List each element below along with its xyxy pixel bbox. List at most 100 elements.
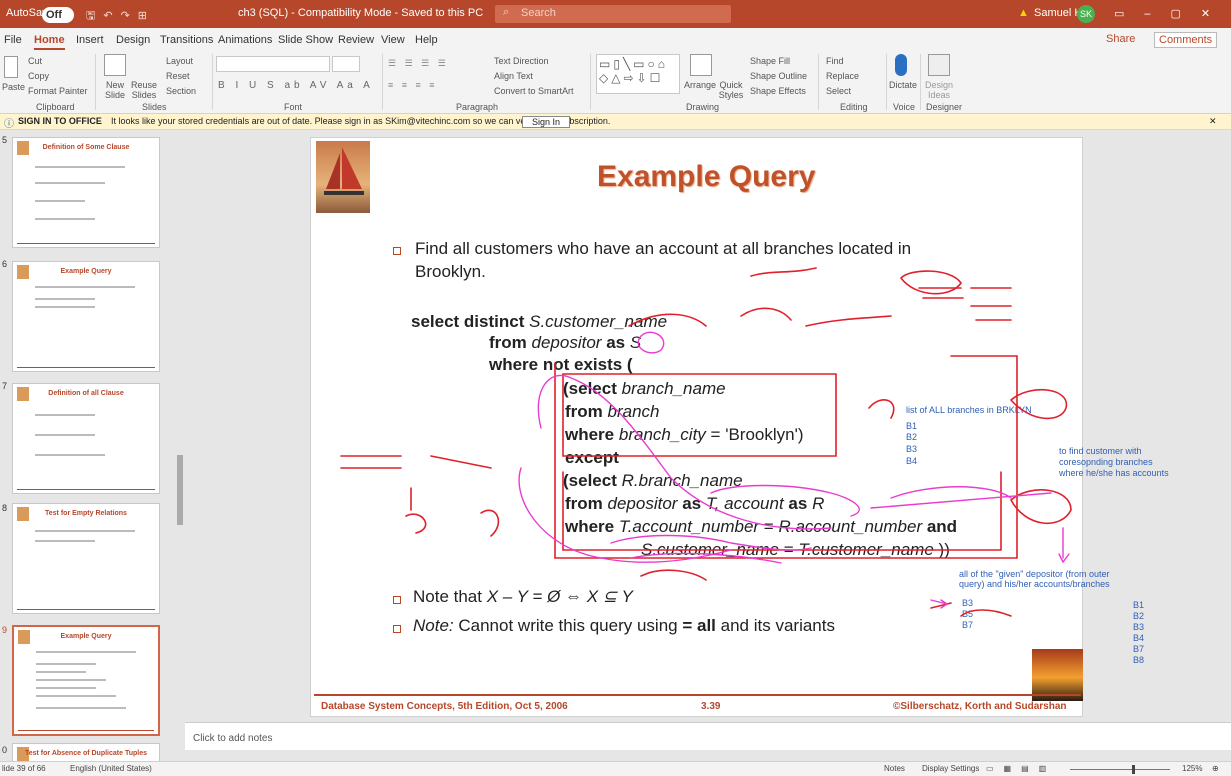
layout-button[interactable]: Layout [166,56,193,66]
zoom-level[interactable]: 125% [1182,764,1202,773]
language-indicator[interactable]: English (United States) [70,764,152,773]
text-direction-button[interactable]: Text Direction [494,56,549,66]
menu-animations[interactable]: Animations [218,34,272,46]
quick-access-toolbar[interactable]: 🖫↶↷⊞ [86,7,155,26]
menu-review[interactable]: Review [338,34,374,46]
thumbnail-footer [17,489,155,490]
menu-design[interactable]: Design [116,34,150,46]
slide-canvas[interactable]: Example Query Find all customers who hav… [310,137,1169,717]
autosave-toggle[interactable]: Off [42,7,74,23]
quick-styles-button[interactable]: Quick Styles [718,80,744,100]
paste-button[interactable]: Paste [2,82,25,92]
thumbnail-text [36,671,86,673]
shape-effects-button[interactable]: Shape Effects [750,86,806,96]
font-family-select[interactable] [216,56,330,72]
display-settings-button[interactable]: Display Settings [922,764,979,773]
shape-fill-button[interactable]: Shape Fill [750,56,790,66]
comments-button[interactable]: Comments [1154,32,1218,48]
ink-stroke [518,467,732,563]
sign-in-button[interactable]: Sign In [522,116,571,128]
menu-bar: File Home Insert Design Transitions Anim… [0,28,1231,50]
thumbnail-footer [17,609,155,610]
cut-button[interactable]: Cut [28,56,42,66]
align-text-button[interactable]: Align Text [494,71,533,81]
window-controls[interactable]: ▭–▢✕ [1114,7,1230,20]
reset-button[interactable]: Reset [166,71,190,81]
slide-thumbnail-selected[interactable]: Example Query [12,625,160,736]
ink-stroke [480,509,500,537]
notes-pane[interactable]: Click to add notes [185,722,1231,750]
thumbnail-text [36,651,136,653]
thumbnail-text [35,166,125,168]
thumbnail-number: 5 [2,135,8,145]
zoom-slider[interactable] [1070,769,1170,770]
document-title[interactable]: ch3 (SQL) - Compatibility Mode - Saved t… [238,7,483,19]
design-ideas-icon[interactable] [928,54,950,76]
scrollbar-thumb[interactable] [177,455,183,525]
find-button[interactable]: Find [826,56,844,66]
thumbnail-text [36,679,106,681]
menu-view[interactable]: View [381,34,405,46]
shapes-gallery[interactable]: ▭▯╲▭○⌂ ◇△⇨⇩☐ [596,54,680,94]
ink-stroke [890,486,1012,499]
view-buttons[interactable]: ▭▦▤▥ [986,764,1056,773]
copy-button[interactable]: Copy [28,71,49,81]
annotation-text: B7 [1133,644,1145,654]
convert-smartart-button[interactable]: Convert to SmartArt [494,86,574,96]
align-buttons[interactable]: ≡ ≡ ≡ ≡ [388,80,438,90]
reuse-slides-button[interactable]: Reuse Slides [130,80,158,100]
share-button[interactable]: Share [1106,33,1135,45]
section-button[interactable]: Section [166,86,196,96]
ink-stroke [1058,553,1070,564]
search-input[interactable]: Search ⌕ [495,5,731,23]
ink-stroke [340,455,492,469]
zoom-slider-thumb[interactable] [1132,765,1135,774]
slide-thumbnail[interactable]: Definition of Some Clause [12,137,160,248]
paragraph-group-label: Paragraph [456,102,499,112]
menu-slide-show[interactable]: Slide Show [278,34,333,46]
microphone-icon[interactable] [895,54,907,76]
new-slide-icon[interactable] [104,54,126,76]
divider [382,54,383,110]
font-size-select[interactable] [332,56,360,72]
slide-thumbnail[interactable]: Example Query [12,261,160,372]
annotation-text: B2 [1133,611,1145,621]
slide-thumbnail[interactable]: Definition of all Clause [12,383,160,494]
warning-icon[interactable]: ▲ [1018,7,1029,19]
thumbnail-scrollbar[interactable] [175,131,185,761]
ink-stroke [740,307,792,321]
menu-transitions[interactable]: Transitions [160,34,213,46]
thumbnail-text [36,687,96,689]
menu-insert[interactable]: Insert [76,34,104,46]
slide-scrollbar[interactable] [1212,131,1231,721]
replace-button[interactable]: Replace [826,71,859,81]
slide-thumbnail[interactable]: Test for Absence of Duplicate Tuples [12,743,160,763]
menu-file[interactable]: File [4,34,22,46]
menu-help[interactable]: Help [415,34,438,46]
format-painter-button[interactable]: Format Painter [28,86,88,96]
close-icon[interactable]: ✕ [1209,116,1217,127]
thumbnail-footer [18,730,154,731]
drawing-group-label: Drawing [686,102,720,112]
slide-counter: lide 39 of 66 [2,764,46,773]
thumbnail-text [36,695,116,697]
fit-slide-icon[interactable]: ⊕ [1212,764,1219,773]
dictate-button[interactable]: Dictate [889,80,917,90]
list-buttons[interactable]: ☰ ☰ ☰ ☰ [388,58,449,69]
arrange-button[interactable]: Arrange [684,80,716,90]
font-format-buttons[interactable]: B I U S ab AV Aa A [218,80,374,91]
paste-icon[interactable] [4,56,18,78]
avatar[interactable]: SK [1077,5,1095,23]
menu-home[interactable]: Home [34,34,65,50]
shape-outline-button[interactable]: Shape Outline [750,71,807,81]
thumbnail-title: Example Query [60,268,112,275]
annotation-text: B1 [1133,600,1145,610]
new-slide-button[interactable]: New Slide [100,80,130,100]
slide-thumbnail[interactable]: Test for Empty Relations [12,503,160,614]
arrange-icon[interactable] [690,54,712,76]
ink-stroke [805,315,892,327]
notes-toggle-button[interactable]: Notes [884,764,905,773]
design-ideas-button[interactable]: Design Ideas [924,80,954,100]
select-button[interactable]: Select [826,86,851,96]
ink-stroke [930,602,1012,617]
